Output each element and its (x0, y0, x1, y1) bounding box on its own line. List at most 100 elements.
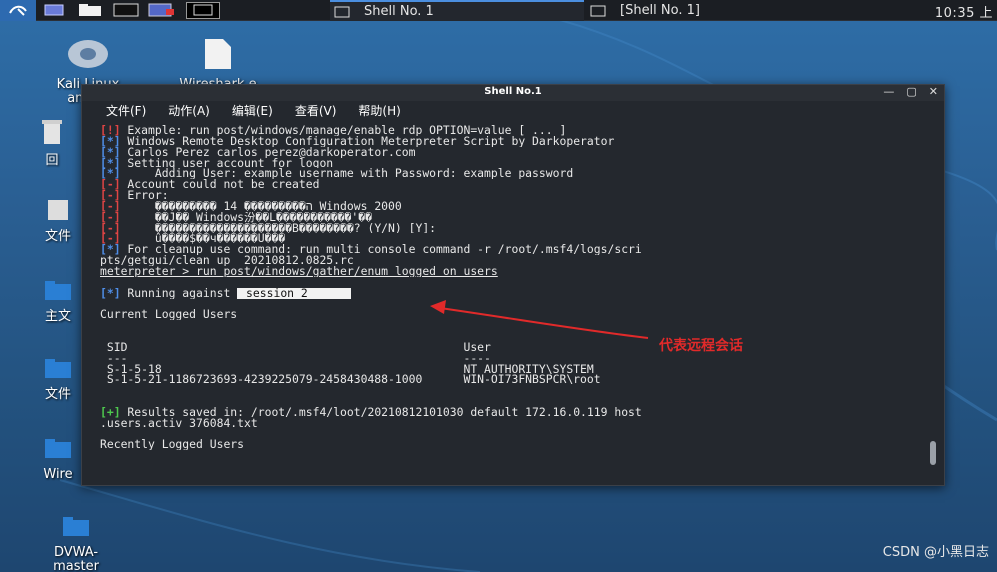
minimize-icon[interactable]: — (883, 85, 894, 98)
terminal-line-text: S-1-5-18 NT AUTHORITY\SYSTEM (100, 363, 594, 375)
terminal-line-text: Windows Remote Desktop Configuration Met… (120, 135, 615, 147)
terminal-line-text: .users.activ_376084.txt (100, 417, 258, 429)
file-icon (205, 39, 231, 69)
kali-dragon-icon (9, 5, 27, 16)
disc-icon (68, 40, 108, 68)
filesystem-icon (48, 200, 68, 220)
terminal-line: [*] Running against session 2 (100, 287, 908, 299)
terminal-icon (590, 5, 606, 16)
terminal-line-text: Adding User: example_username with Passw… (120, 168, 574, 180)
terminal-line: [-] û����$��ч������Ú��� (100, 233, 908, 244)
terminal-line-text: ��J�� Windows汾��L�����������'�� (120, 211, 372, 223)
terminal-window[interactable]: Shell No.1 — ▢ ✕ 文件(F) 动作(A) 编辑(E) 查看(V)… (81, 84, 945, 486)
menu-action[interactable]: 动作(A) (168, 102, 210, 119)
workspace-icon (44, 4, 64, 16)
window-title: Shell No.1 (484, 86, 542, 97)
terminal-scrollbar[interactable] (930, 441, 936, 465)
desktop-icon-label: 回 (45, 153, 59, 168)
workspace-switcher-button[interactable] (36, 0, 72, 21)
terminal-line: [-] Account could not be created (100, 179, 908, 190)
folder-icon (45, 359, 71, 378)
desktop-icon-dvwa[interactable]: DVWA- master (40, 516, 112, 572)
desktop-icon-wire-folder[interactable]: Wire (28, 438, 88, 482)
annotation-label: 代表远程会话 (659, 338, 743, 354)
terminal-line: [-] Error: (100, 190, 908, 201)
kali-menu-button[interactable] (0, 0, 36, 21)
terminal-line-text: Recently Logged Users (100, 439, 245, 451)
folder-icon (79, 4, 101, 16)
top-panel: Shell No. 1 [Shell No. 1] 10:35 上 (0, 0, 997, 21)
status-tag: [*] (100, 168, 121, 180)
panel-clock[interactable]: 10:35 上 (935, 2, 993, 21)
status-tag: [-] (100, 233, 121, 245)
terminal-launcher[interactable] (108, 0, 144, 21)
taskbar-item-shell-1[interactable]: Shell No. 1 (330, 0, 584, 21)
terminal-line: [*] Carlos Perez carlos_perez@darkoperat… (100, 147, 908, 158)
terminal-line: [!] Example: run post/windows/manage/ena… (100, 125, 908, 136)
terminal-icon (193, 4, 213, 16)
browser-icon (148, 3, 174, 17)
status-tag: [*] (100, 287, 121, 299)
status-tag: [-] (100, 211, 121, 223)
terminal-line-text: ��������������������B��������? (Y/N) [Y]… (120, 222, 437, 234)
menu-edit[interactable]: 编辑(E) (232, 102, 273, 119)
terminal-line: SID User (100, 342, 908, 353)
menu-file[interactable]: 文件(F) (106, 102, 146, 119)
desktop-icon-home[interactable]: 主文 (28, 280, 88, 324)
status-tag: [!] (100, 125, 121, 136)
terminal-line: [*] For cleanup use command: run multi_c… (100, 244, 908, 255)
terminal-line-text: û����$��ч������Ú��� (120, 233, 286, 245)
desktop-icon-filesystem[interactable]: 文件 (28, 198, 88, 244)
terminal-line: [-] ��������������������B��������? (Y/N)… (100, 223, 908, 234)
terminal-launcher-2[interactable] (186, 1, 220, 19)
file-manager-launcher[interactable] (72, 0, 108, 21)
menu-help[interactable]: 帮助(H) (358, 102, 400, 119)
folder-icon (45, 281, 71, 300)
terminal-line-text: Example: run post/windows/manage/enable_… (120, 125, 567, 136)
status-tag: [*] (100, 244, 121, 256)
trash-icon (42, 120, 62, 144)
terminal-line: Current Logged Users (100, 309, 908, 320)
status-tag: [+] (100, 406, 121, 418)
terminal-line: S-1-5-21-1186723693-4239225079-245843048… (100, 374, 908, 385)
watermark: CSDN @小黑日志 (882, 545, 989, 560)
terminal-line-text: Setting user account for logon (120, 157, 334, 169)
browser-launcher[interactable] (144, 0, 180, 21)
status-tag: [*] (100, 135, 121, 147)
terminal-line: [-] ��J�� Windows汾��L�����������'�� (100, 212, 908, 223)
maximize-icon[interactable]: ▢ (906, 85, 916, 98)
terminal-line-text: --- ---- (100, 352, 491, 364)
terminal-line: .users.activ_376084.txt (100, 418, 908, 429)
desktop-icon-folder[interactable]: 文件 (28, 358, 88, 402)
terminal-icon (334, 6, 350, 17)
terminal-line: [+] Results saved in: /root/.msf4/loot/2… (100, 407, 908, 418)
terminal-line-text: For cleanup use command: run multi_conso… (120, 244, 642, 256)
terminal-line-text: Current Logged Users (100, 309, 238, 321)
terminal-line: meterpreter > run post/windows/gather/en… (100, 266, 908, 277)
status-tag: [-] (100, 200, 121, 212)
terminal-line: pts/getgui/clean_up__20210812.0825.rc (100, 255, 908, 266)
menu-view[interactable]: 查看(V) (295, 102, 337, 119)
desktop-icon-label-2: master (53, 559, 99, 572)
terminal-line-text: pts/getgui/clean_up__20210812.0825.rc (100, 255, 354, 266)
status-tag: [-] (100, 190, 121, 201)
terminal-output[interactable]: [!] Example: run post/windows/manage/ena… (100, 125, 908, 485)
desktop-icon-label: 文件 (44, 387, 71, 402)
terminal-line: [*] Windows Remote Desktop Configuration… (100, 136, 908, 147)
terminal-line: [-] ��������� 14 ���������ה Windows 2000 (100, 201, 908, 212)
taskbar-item-shell-2[interactable]: [Shell No. 1] (586, 0, 840, 21)
terminal-line: [*] Adding User: example_username with P… (100, 168, 908, 179)
close-icon[interactable]: ✕ (929, 85, 938, 98)
window-titlebar[interactable]: Shell No.1 — ▢ ✕ (82, 85, 944, 101)
desktop-icon-trash[interactable]: 回 (22, 118, 82, 168)
desktop-icon-label: 文件 (44, 229, 71, 244)
folder-icon (63, 517, 89, 536)
terminal-line: S-1-5-18 NT AUTHORITY\SYSTEM (100, 364, 908, 375)
